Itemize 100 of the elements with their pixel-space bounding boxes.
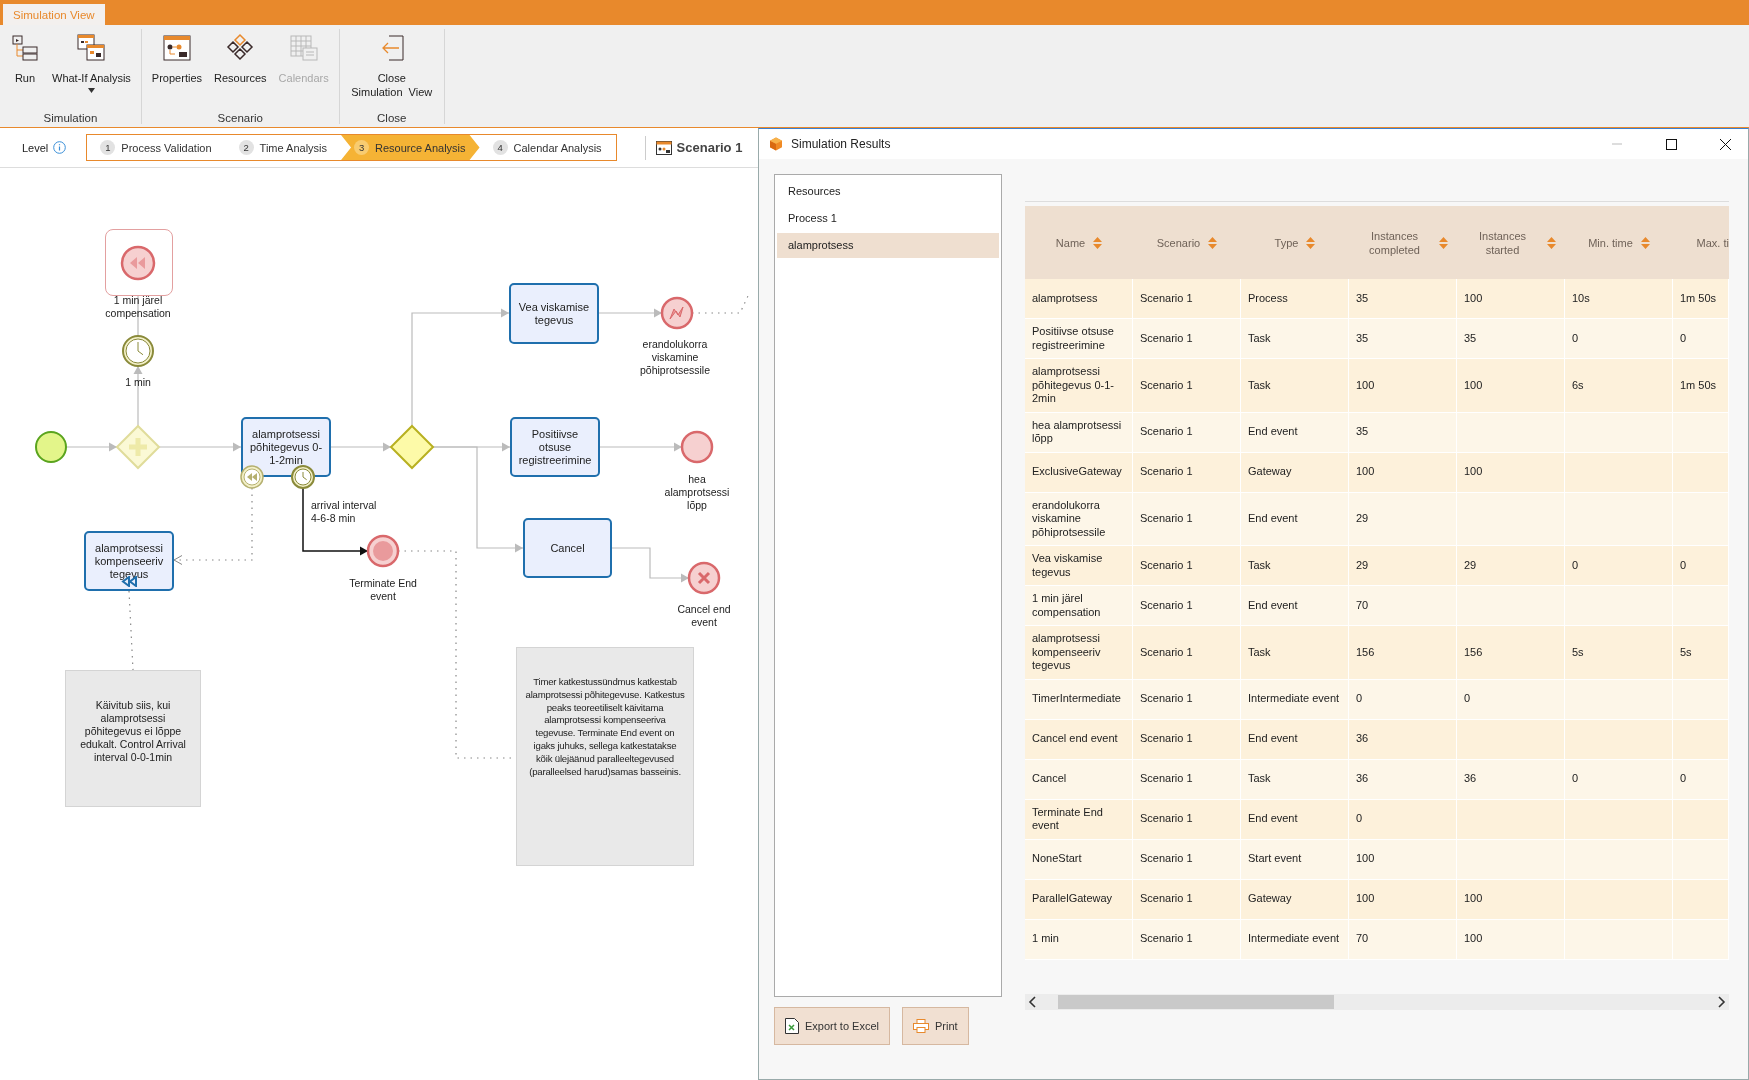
table-cell: End event [1241, 719, 1349, 760]
table-cell: 0 [1565, 759, 1673, 800]
task-box[interactable]: alamprotsessi põhitegevus 0-1-2min [241, 417, 331, 477]
table-cell: Scenario 1 [1133, 879, 1241, 920]
column-header[interactable]: Max. ti [1673, 206, 1729, 279]
table-cell: 100 [1349, 839, 1457, 880]
column-header[interactable]: Name [1025, 206, 1133, 279]
table-cell: alamprotsessi kompenseeriv tegevus [1025, 626, 1133, 680]
table-cell [1673, 879, 1729, 920]
table-cell: 0 [1349, 679, 1457, 720]
table-cell: 6s [1565, 359, 1673, 413]
ribbon-button[interactable]: What-If Analysis [48, 29, 135, 108]
parallel-gateway [115, 424, 161, 470]
column-header[interactable]: Min. time [1565, 206, 1673, 279]
ribbon-icon [76, 33, 107, 63]
table-cell [1673, 799, 1729, 840]
table-cell: End event [1241, 412, 1349, 453]
column-header[interactable]: Instances completed [1349, 206, 1457, 279]
sort-icon[interactable] [1438, 236, 1448, 249]
terminate-end-event [366, 534, 400, 568]
ribbon-button[interactable]: Run [6, 29, 44, 108]
event-label: Terminate End event [348, 577, 418, 603]
table-cell [1673, 412, 1729, 453]
table-cell: 0 [1673, 546, 1729, 586]
list-item[interactable]: Process 1 [777, 206, 999, 231]
table-cell: 100 [1457, 879, 1565, 920]
list-item[interactable]: Resources [777, 179, 999, 204]
table-cell: Task [1241, 546, 1349, 586]
flow-label: arrival interval 4-6-8 min [311, 499, 378, 525]
cancel-end-event [687, 561, 721, 595]
maximize-icon [1665, 138, 1677, 150]
sort-icon[interactable] [1208, 236, 1218, 249]
sort-icon[interactable] [1546, 236, 1556, 249]
table-cell: 29 [1349, 546, 1457, 586]
ribbon-icon [10, 33, 40, 63]
table-cell: Scenario 1 [1133, 839, 1241, 880]
table-cell: 0 [1673, 759, 1729, 800]
table-cell: 100 [1457, 919, 1565, 960]
sort-icon[interactable] [1093, 236, 1103, 249]
table-cell: Scenario 1 [1133, 319, 1241, 359]
association-line [691, 295, 749, 314]
table-cell: 70 [1349, 919, 1457, 960]
level-label: Level [22, 141, 49, 154]
export-button[interactable]: Export to Excel [774, 1007, 890, 1045]
table-cell: Scenario 1 [1133, 919, 1241, 960]
table-cell: 36 [1457, 759, 1565, 800]
task-box[interactable]: Vea viskamise tegevus [509, 283, 599, 344]
task-label: alamprotsessi põhitegevus 0-1-2min [248, 427, 324, 467]
level-step[interactable]: 3 Resource Analysis [341, 135, 480, 160]
ribbon-button[interactable]: Resources [210, 29, 271, 108]
table-cell [1673, 839, 1729, 880]
sort-icon[interactable] [1306, 236, 1316, 249]
column-header[interactable]: Type [1241, 206, 1349, 279]
info-icon[interactable] [53, 141, 67, 154]
print-button[interactable]: Print [902, 1007, 969, 1045]
ribbon-icon [288, 33, 319, 63]
scrollbar-thumb[interactable] [1058, 994, 1334, 1009]
task-box[interactable]: alamprotsessi kompenseeriv tegevus [84, 531, 174, 591]
sort-icon[interactable] [1640, 236, 1650, 249]
ribbon-button[interactable]: Close Simulation View [345, 29, 438, 108]
table-cell: Scenario 1 [1133, 492, 1241, 546]
table-cell: alamprotsessi põhitegevus 0-1-2min [1025, 359, 1133, 413]
ribbon-icon [161, 33, 192, 63]
event-label: hea alamprotsessi lõpp [663, 473, 731, 512]
table-cell: 1 min järel compensation [1025, 586, 1133, 626]
table-cell: Scenario 1 [1133, 546, 1241, 586]
group-label: Simulation [43, 112, 98, 124]
table-cell: Gateway [1241, 879, 1349, 920]
list-item[interactable]: alamprotsess [777, 233, 999, 258]
column-header[interactable]: Instances started [1457, 206, 1565, 279]
table-cell [1673, 679, 1729, 720]
start-event [34, 430, 68, 464]
task-box[interactable]: Positiivse otsuse registreerimine [510, 417, 600, 477]
table-cell: Scenario 1 [1133, 359, 1241, 413]
task-box[interactable]: Cancel [523, 518, 612, 578]
table-cell: 5s [1673, 626, 1729, 680]
column-header[interactable]: Scenario [1133, 206, 1241, 279]
table-cell: 1m 50s [1673, 279, 1729, 319]
table-cell: 100 [1349, 452, 1457, 493]
table-cell: 1 min [1025, 919, 1133, 960]
table-cell: Task [1241, 319, 1349, 359]
table-cell: 156 [1457, 626, 1565, 680]
ribbon-button[interactable]: Properties [147, 29, 206, 108]
table-cell: End event [1241, 492, 1349, 546]
table-cell: 100 [1457, 359, 1565, 413]
spreadsheet-icon [785, 1018, 799, 1034]
table-cell: Scenario 1 [1133, 452, 1241, 493]
horizontal-scrollbar[interactable] [1025, 993, 1729, 1010]
group-label: Scenario [217, 112, 263, 124]
table-cell: 29 [1457, 546, 1565, 586]
scenario-label: Scenario 1 [676, 140, 743, 155]
table-cell: Intermediate event [1241, 679, 1349, 720]
event-label: 1 min [124, 376, 152, 389]
error-end-event [660, 296, 694, 330]
annotation-text: Käivitub siis, kui alamprotsessi põhitegevus ei lõppe edukalt. Control Arrival interval 0-0-1min [79, 699, 187, 765]
table-cell: 0 [1565, 546, 1673, 586]
event-label: 1 min järel compensation [104, 294, 172, 320]
table-cell: Intermediate event [1241, 919, 1349, 960]
table-cell: Scenario 1 [1133, 279, 1241, 319]
table-cell: 10s [1565, 279, 1673, 319]
